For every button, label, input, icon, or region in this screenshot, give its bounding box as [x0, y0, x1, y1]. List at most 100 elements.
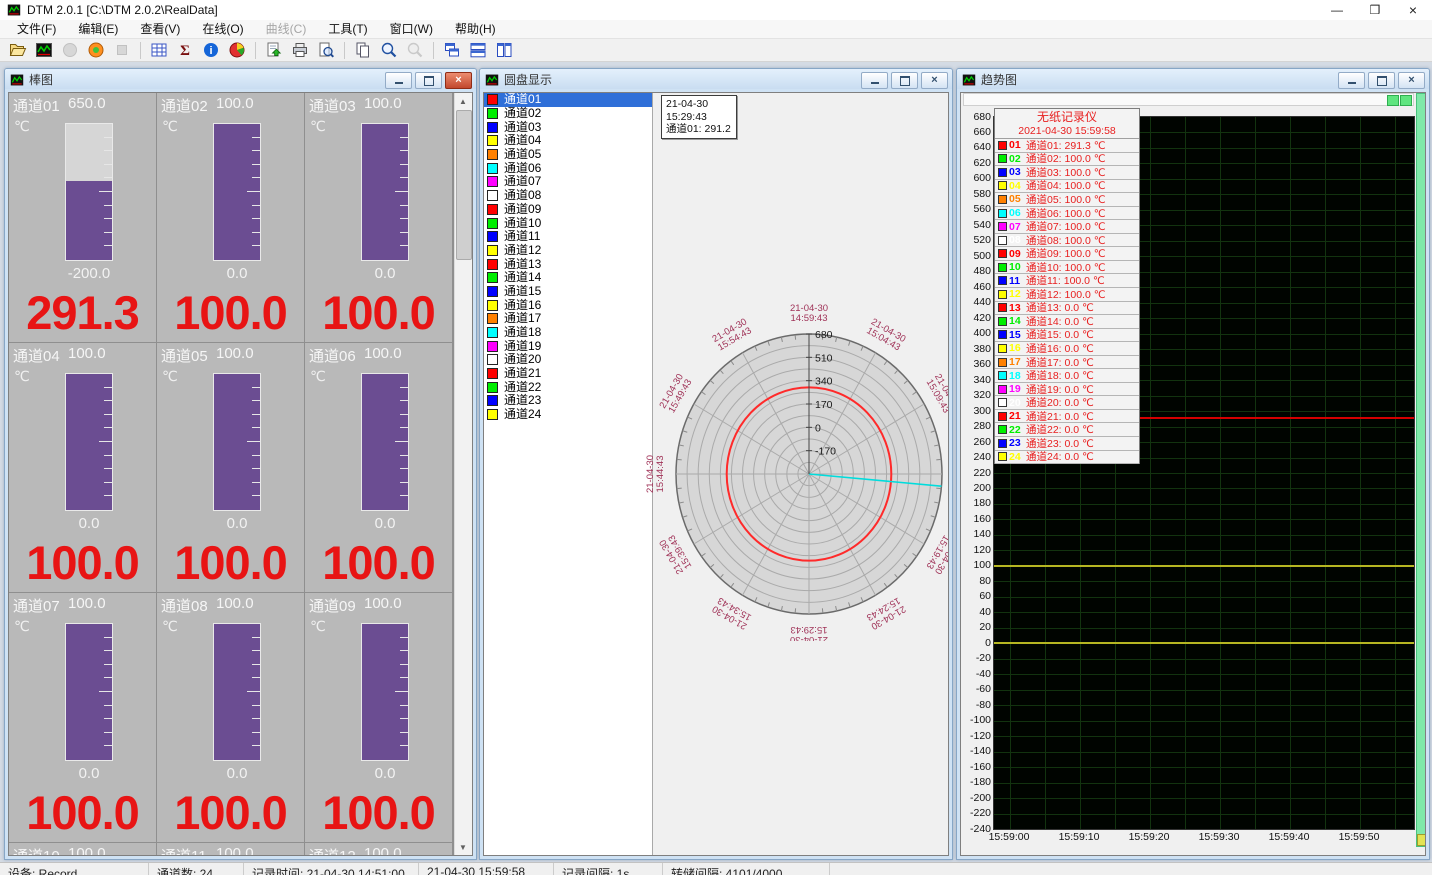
bar-gauge-通道11[interactable]: 通道11100.0℃0.0100.0	[157, 843, 304, 855]
bar-gauge-通道10[interactable]: 通道10100.0℃0.0100.0	[9, 843, 156, 855]
channel-list-item[interactable]: 通道18	[484, 326, 652, 340]
gauge-fill	[362, 124, 408, 260]
channel-list-item[interactable]: 通道07	[484, 175, 652, 189]
scroll-down-icon[interactable]: ▼	[455, 839, 471, 855]
bar-gauge-通道07[interactable]: 通道07100.0℃0.0100.0	[9, 593, 156, 842]
record-active-icon[interactable]	[87, 41, 105, 59]
channel-list-item[interactable]: 通道20	[484, 353, 652, 367]
channel-list-item[interactable]: 通道12	[484, 244, 652, 258]
gauge-tick	[252, 677, 260, 678]
statistics-sigma-icon[interactable]: Σ	[176, 41, 194, 59]
channel-list-item[interactable]: 通道01	[484, 93, 652, 107]
minimize-button[interactable]: —	[1318, 0, 1356, 20]
bar-gauge-通道08[interactable]: 通道08100.0℃0.0100.0	[157, 593, 304, 842]
trend-window-minimize-button[interactable]	[1338, 72, 1365, 89]
menu-工具(T)[interactable]: 工具(T)	[317, 20, 378, 39]
channel-list-item[interactable]: 通道09	[484, 203, 652, 217]
channel-list-item[interactable]: 通道04	[484, 134, 652, 148]
y-tick-label: 440	[961, 296, 991, 308]
x-tick-label: 15:59:30	[1184, 831, 1254, 843]
print-icon[interactable]	[291, 41, 309, 59]
channel-list-item[interactable]: 通道06	[484, 161, 652, 175]
menu-文件(F)[interactable]: 文件(F)	[6, 20, 67, 39]
gauge-tick	[104, 664, 112, 665]
bar-gauge-通道02[interactable]: 通道02100.0℃0.0100.0	[157, 93, 304, 342]
channel-list-item[interactable]: 通道13	[484, 257, 652, 271]
pie-chart-icon[interactable]	[228, 41, 246, 59]
tile-horizontal-icon[interactable]	[469, 41, 487, 59]
export-icon[interactable]	[265, 41, 283, 59]
menu-查看(V)[interactable]: 查看(V)	[129, 20, 191, 39]
channel-list-item[interactable]: 通道17	[484, 312, 652, 326]
channel-list-item[interactable]: 通道03	[484, 120, 652, 134]
bar-gauge-通道06[interactable]: 通道06100.0℃0.0100.0	[305, 343, 452, 592]
close-button[interactable]: ×	[1394, 0, 1432, 20]
scrollbar-thumb[interactable]	[456, 110, 472, 260]
scroll-up-icon[interactable]: ▲	[455, 93, 471, 109]
channel-list-item[interactable]: 通道10	[484, 216, 652, 230]
channel-list-item[interactable]: 通道02	[484, 107, 652, 121]
gauge-fill	[66, 374, 112, 510]
y-tick-label: 640	[961, 141, 991, 153]
bar-window-close-button[interactable]: ×	[445, 72, 472, 89]
bar-window-scrollbar[interactable]: ▲ ▼	[454, 93, 472, 855]
trend-horizontal-scrollbar[interactable]	[963, 93, 1414, 106]
trend-window-close-button[interactable]: ×	[1398, 72, 1425, 89]
channel-list-item[interactable]: 通道23	[484, 394, 652, 408]
gauge-tick	[252, 400, 260, 401]
scale-min-value: 0.0	[31, 765, 147, 782]
bar-window-minimize-button[interactable]	[385, 72, 412, 89]
channel-list-item[interactable]: 通道11	[484, 230, 652, 244]
bar-gauge-通道05[interactable]: 通道05100.0℃0.0100.0	[157, 343, 304, 592]
channel-list-item[interactable]: 通道19	[484, 339, 652, 353]
channel-list-item[interactable]: 通道08	[484, 189, 652, 203]
bar-gauge-通道12[interactable]: 通道12100.0℃0.0100.0	[305, 843, 452, 855]
menu-在线(O)[interactable]: 在线(O)	[191, 20, 254, 39]
legend-color-swatch	[998, 452, 1007, 461]
channel-list-item[interactable]: 通道05	[484, 148, 652, 162]
unit-label: ℃	[14, 618, 30, 635]
y-tick-label: 320	[961, 389, 991, 401]
trend-vertical-scrollbar[interactable]	[1416, 93, 1426, 847]
trend-window-maximize-button[interactable]	[1368, 72, 1395, 89]
bar-gauge-通道01[interactable]: 通道01650.0℃-200.0291.3	[9, 93, 156, 342]
bar-gauge-通道03[interactable]: 通道03100.0℃0.0100.0	[305, 93, 452, 342]
hscroll-thumb[interactable]	[1387, 95, 1399, 106]
gauge-tick	[252, 745, 260, 746]
bar-gauge-通道09[interactable]: 通道09100.0℃0.0100.0	[305, 593, 452, 842]
channel-list-item[interactable]: 通道24	[484, 408, 652, 422]
copy-icon[interactable]	[354, 41, 372, 59]
data-table-icon[interactable]	[150, 41, 168, 59]
legend-row[interactable]: 24通道24: 0.0 ℃	[995, 451, 1139, 465]
app-icon	[7, 3, 21, 17]
unit-label: ℃	[310, 118, 326, 135]
cascade-windows-icon[interactable]	[443, 41, 461, 59]
channel-list-item[interactable]: 通道15	[484, 285, 652, 299]
info-icon[interactable]: i	[202, 41, 220, 59]
bar-window-maximize-button[interactable]	[415, 72, 442, 89]
print-preview-icon[interactable]	[317, 41, 335, 59]
tile-vertical-icon[interactable]	[495, 41, 513, 59]
restore-button[interactable]: ❒	[1356, 0, 1394, 20]
channel-list-item[interactable]: 通道14	[484, 271, 652, 285]
channel-list-item[interactable]: 通道22	[484, 380, 652, 394]
realtime-monitor-icon[interactable]	[35, 41, 53, 59]
channel-list-item[interactable]: 通道16	[484, 298, 652, 312]
disc-window-minimize-button[interactable]	[861, 72, 888, 89]
disc-window-maximize-button[interactable]	[891, 72, 918, 89]
vscroll-thumb[interactable]	[1417, 834, 1426, 846]
gridline-horizontal	[994, 767, 1414, 768]
menu-帮助(H)[interactable]: 帮助(H)	[444, 20, 507, 39]
stop-inactive-icon	[113, 41, 131, 59]
gauge-tick	[400, 745, 408, 746]
channel-list-item[interactable]: 通道21	[484, 367, 652, 381]
open-file-icon[interactable]	[9, 41, 27, 59]
bar-gauge-通道04[interactable]: 通道04100.0℃0.0100.0	[9, 343, 156, 592]
hscroll-right-button[interactable]	[1400, 95, 1412, 106]
menu-窗口(W)[interactable]: 窗口(W)	[379, 20, 444, 39]
channel-name: 通道06	[309, 345, 364, 366]
disc-window-close-button[interactable]: ×	[921, 72, 948, 89]
trend-window-title: 趋势图	[981, 71, 1017, 88]
menu-编辑(E)[interactable]: 编辑(E)	[67, 20, 129, 39]
zoom-icon[interactable]	[380, 41, 398, 59]
